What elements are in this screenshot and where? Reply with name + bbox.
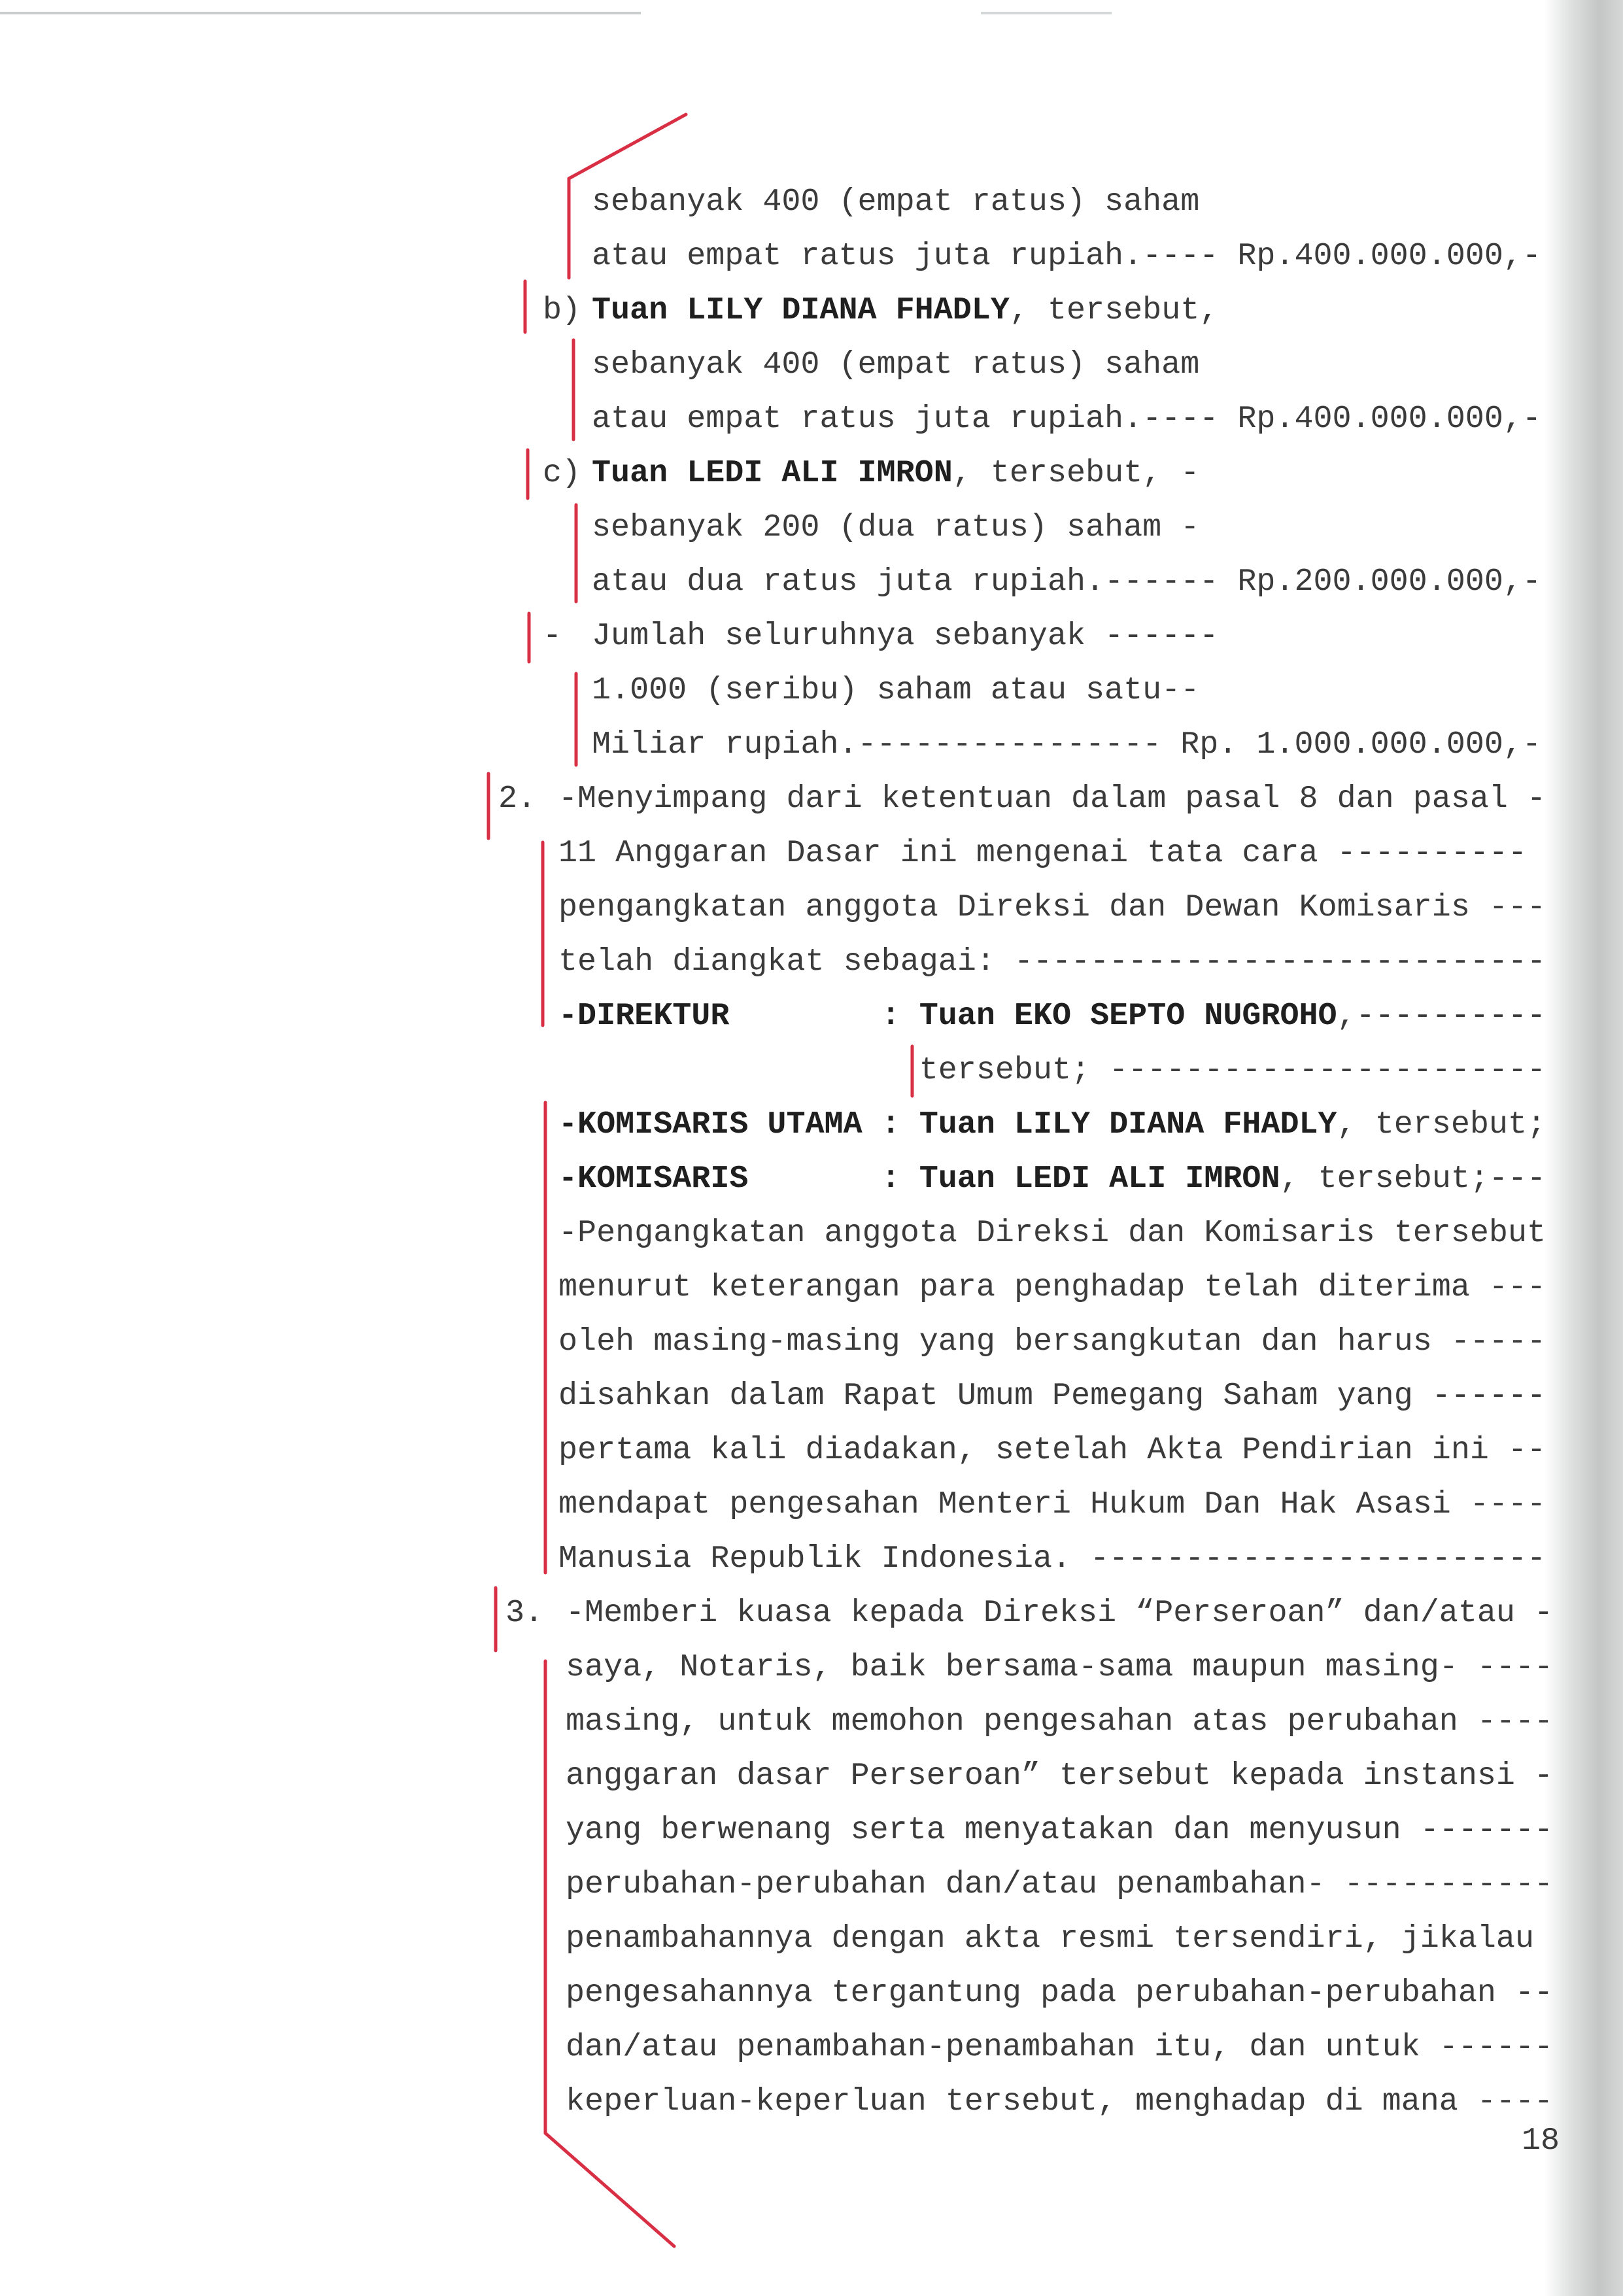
item-line: menurut keterangan para penghadap telah … [558, 1269, 1546, 1305]
item-line: perubahan-perubahan dan/atau penambahan-… [566, 1866, 1554, 1902]
scan-streak [0, 12, 641, 14]
share-line: sebanyak 400 (empat ratus) saham [592, 184, 1200, 220]
share-total-amount-line: Miliar rupiah.---------------- Rp. 1.000… [592, 727, 1541, 762]
appointment-role: -KOMISARIS [558, 1161, 749, 1197]
list-marker: c) [543, 455, 581, 491]
item-line: disahkan dalam Rapat Umum Pemegang Saham… [558, 1378, 1546, 1414]
shareholder-name: Tuan LEDI ALI IMRON [592, 455, 953, 491]
shareholder-suffix: , tersebut, [1009, 292, 1219, 328]
appointment-director: -DIREKTUR : Tuan EKO SEPTO NUGROHO ,----… [0, 989, 1623, 1043]
page-number: 18 [1522, 2123, 1560, 2159]
shareholder-suffix: , tersebut, - [952, 455, 1200, 491]
scan-streak [981, 12, 1112, 14]
red-diagonal-mark [567, 112, 688, 180]
share-amount-line: atau empat ratus juta rupiah.---- Rp.400… [592, 401, 1541, 437]
share-line: sebanyak 200 (dua ratus) saham - [592, 509, 1200, 545]
item-line: masing, untuk memohon pengesahan atas pe… [566, 1704, 1554, 1739]
appointment-role: -KOMISARIS UTAMA [558, 1106, 863, 1142]
appointment-separator: : [881, 998, 900, 1034]
appointee-name: Tuan LILY DIANA FHADLY [919, 1106, 1337, 1142]
shareholder-name: Tuan LILY DIANA FHADLY [592, 292, 1010, 328]
appointment-president-commissioner: -KOMISARIS UTAMA : Tuan LILY DIANA FHADL… [0, 1097, 1623, 1152]
appointee-suffix: , tersebut; [1337, 1106, 1546, 1142]
shareholder-b-heading: b) Tuan LILY DIANA FHADLY , tersebut, [0, 283, 1623, 337]
item-2-heading: 2. -Menyimpang dari ketentuan dalam pasa… [0, 772, 1623, 826]
appointment-continuation: tersebut; ----------------------- [919, 1052, 1546, 1088]
document-body: sebanyak 400 (empat ratus) saham atau em… [0, 175, 1623, 2129]
item-line: yang berwenang serta menyatakan dan meny… [566, 1812, 1554, 1848]
item-line: pengesahannya tergantung pada perubahan-… [566, 1975, 1554, 2011]
share-total-text: Jumlah seluruhnya sebanyak ------ [592, 618, 1219, 654]
appointee-name: Tuan LEDI ALI IMRON [919, 1161, 1280, 1197]
item-number: 3. [505, 1595, 544, 1631]
item-line: saya, Notaris, baik bersama-sama maupun … [566, 1649, 1554, 1685]
share-amount-line: atau dua ratus juta rupiah.------ Rp.200… [592, 564, 1541, 600]
item-line: pertama kali diadakan, setelah Akta Pend… [558, 1432, 1546, 1468]
appointment-separator: : [881, 1106, 900, 1142]
appointment-separator: : [881, 1161, 900, 1197]
share-amount-line: atau empat ratus juta rupiah.---- Rp.400… [592, 238, 1541, 274]
item-line: mendapat pengesahan Menteri Hukum Dan Ha… [558, 1486, 1546, 1522]
item-line: oleh masing-masing yang bersangkutan dan… [558, 1324, 1546, 1360]
document-page: sebanyak 400 (empat ratus) saham atau em… [0, 0, 1623, 2296]
list-marker: - [543, 618, 562, 654]
item-line: keperluan-keperluan tersebut, menghadap … [566, 2083, 1554, 2119]
item-line: Manusia Republik Indonesia. ------------… [558, 1541, 1546, 1577]
item-text: -Memberi kuasa kepada Direksi “Perseroan… [566, 1595, 1554, 1631]
item-line: penambahannya dengan akta resmi tersendi… [566, 1921, 1534, 1957]
shareholder-c-heading: c) Tuan LEDI ALI IMRON , tersebut, - [0, 446, 1623, 500]
item-line: 11 Anggaran Dasar ini mengenai tata cara… [558, 835, 1527, 871]
appointment-commissioner: -KOMISARIS : Tuan LEDI ALI IMRON , terse… [0, 1152, 1623, 1206]
item-line: pengangkatan anggota Direksi dan Dewan K… [558, 889, 1546, 925]
item-number: 2. [498, 781, 537, 817]
appointment-role: -DIREKTUR [558, 998, 730, 1034]
item-line: telah diangkat sebagai: ----------------… [558, 944, 1546, 980]
share-total-heading: - Jumlah seluruhnya sebanyak ------ [0, 609, 1623, 663]
appointee-suffix: ,---------- [1337, 998, 1546, 1034]
item-line: dan/atau penambahan-penambahan itu, dan … [566, 2029, 1554, 2065]
item-text: -Menyimpang dari ketentuan dalam pasal 8… [558, 781, 1546, 817]
share-total-line: 1.000 (seribu) saham atau satu-- [592, 672, 1200, 708]
list-marker: b) [543, 292, 581, 328]
item-3-heading: 3. -Memberi kuasa kepada Direksi “Perser… [0, 1586, 1623, 1640]
item-line: anggaran dasar Perseroan” tersebut kepad… [566, 1758, 1554, 1794]
share-line: sebanyak 400 (empat ratus) saham [592, 347, 1200, 383]
appointee-name: Tuan EKO SEPTO NUGROHO [919, 998, 1337, 1034]
item-line: -Pengangkatan anggota Direksi dan Komisa… [558, 1215, 1546, 1251]
appointee-suffix: , tersebut;--- [1280, 1161, 1546, 1197]
red-diagonal-mark [543, 2131, 676, 2248]
